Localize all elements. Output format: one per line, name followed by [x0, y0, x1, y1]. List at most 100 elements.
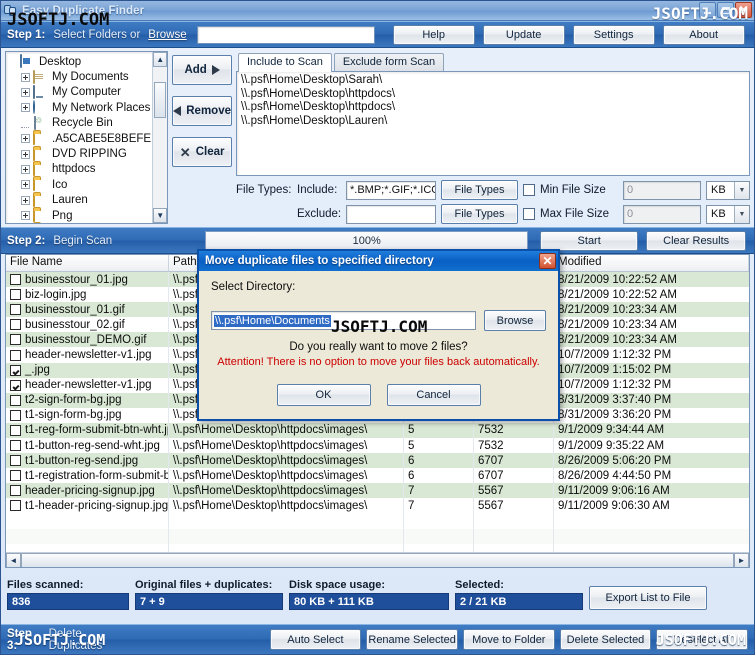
row-checkbox[interactable] [10, 409, 21, 421]
max-file-size-input[interactable]: 0 [623, 204, 701, 224]
row-checkbox[interactable] [10, 304, 21, 316]
min-file-size-checkbox[interactable] [523, 184, 535, 196]
browse-link[interactable]: Browse [148, 29, 186, 41]
column-header-file-name[interactable]: File Name [6, 255, 169, 271]
row-checkbox[interactable] [10, 319, 21, 331]
cell-size: 5567 [474, 483, 554, 499]
scan-tabs: Include to Scan Exclude form Scan [236, 53, 750, 72]
tree-label: .A5CABE5E8BEFED9A [52, 132, 169, 145]
cell-file-name: header-pricing-signup.jpg [6, 483, 169, 499]
exclude-filetypes-input[interactable] [346, 204, 436, 224]
tree-root-desktop[interactable]: Desktop [8, 54, 167, 69]
table-row[interactable]: t1-registration-form-submit-btn...\\.psf… [6, 468, 749, 484]
tree-item-popup[interactable]: popup [8, 223, 167, 224]
include-filetypes-input[interactable]: *.BMP;*.GIF;*.ICO;*. [346, 180, 436, 200]
tree-item-my-documents[interactable]: My Documents [8, 69, 167, 84]
rename-selected-button[interactable]: Rename Selected [366, 629, 458, 650]
chevron-down-icon[interactable]: ▼ [734, 181, 749, 199]
row-checkbox[interactable] [10, 470, 21, 482]
tree-item-recycle-bin[interactable]: Recycle Bin [8, 115, 167, 131]
dialog-browse-button[interactable]: Browse [484, 310, 546, 331]
min-size-unit-select[interactable]: KB ▼ [706, 180, 750, 200]
scan-path-item[interactable]: \\.psf\Home\Desktop\httpdocs\ [241, 88, 745, 102]
help-button[interactable]: Help [392, 24, 475, 45]
main-panel: Desktop My Documents My Computer My Netw… [1, 48, 754, 224]
hscroll-track[interactable] [21, 552, 734, 567]
remove-button[interactable]: Remove [172, 96, 232, 126]
tree-item-dvd-ripping[interactable]: DVD RIPPING [8, 146, 167, 161]
row-checkbox[interactable] [10, 289, 21, 301]
hscroll-thumb[interactable] [21, 552, 734, 567]
scroll-left-icon[interactable]: ◄ [6, 552, 21, 567]
dialog-cancel-button[interactable]: Cancel [386, 384, 481, 406]
directory-row: \\.psf\Home\Documents Browse [211, 310, 546, 331]
move-to-folder-button[interactable]: Move to Folder [462, 629, 555, 650]
clear-results-button[interactable]: Clear Results [646, 230, 747, 251]
scroll-up-icon[interactable]: ▲ [153, 52, 168, 67]
row-checkbox[interactable] [10, 500, 21, 512]
tab-exclude-from-scan[interactable]: Exclude form Scan [333, 53, 445, 71]
table-row[interactable]: t1-header-pricing-signup.jpg \\.psf\Home\… [6, 498, 749, 514]
row-checkbox[interactable] [10, 349, 21, 361]
min-file-size-input[interactable]: 0 [623, 180, 701, 200]
dialog-ok-button[interactable]: OK [276, 384, 371, 406]
table-row[interactable]: header-pricing-signup.jpg \\.psf\Home\Des… [6, 483, 749, 499]
auto-select-button[interactable]: Auto Select [269, 629, 362, 650]
row-checkbox[interactable] [10, 394, 21, 406]
row-checkbox[interactable] [10, 274, 21, 286]
row-checkbox[interactable] [10, 379, 21, 391]
directory-input[interactable]: \\.psf\Home\Documents [211, 311, 476, 330]
cell-group: 6 [404, 453, 474, 469]
tree-item-a5cabe[interactable]: .A5CABE5E8BEFED9A [8, 131, 167, 146]
about-button[interactable]: About [662, 24, 745, 45]
row-checkbox[interactable] [10, 424, 21, 436]
tree-item-my-network-places[interactable]: My Network Places [8, 100, 167, 115]
cell-modified: 8/21/2009 10:23:34 AM [558, 318, 677, 331]
add-button[interactable]: Add [172, 55, 232, 85]
tree-item-lauren[interactable]: Lauren [8, 192, 167, 208]
tree-item-my-computer[interactable]: My Computer [8, 84, 167, 100]
row-checkbox[interactable] [10, 364, 21, 376]
scan-path-list[interactable]: \\.psf\Home\Desktop\Sarah\ \\.psf\Home\D… [236, 71, 750, 176]
start-button[interactable]: Start [540, 230, 639, 251]
table-row[interactable]: t1-reg-form-submit-btn-wht.jpg \\.psf\Hom… [6, 422, 749, 439]
export-list-button[interactable]: Export List to File [589, 586, 707, 610]
settings-button[interactable]: Settings [572, 24, 655, 45]
close-icon[interactable]: ✕ [735, 2, 752, 18]
delete-selected-button[interactable]: Delete Selected [559, 629, 652, 650]
tree-item-ico[interactable]: Ico [8, 177, 167, 192]
table-row[interactable]: t1-button-reg-send.jpg \\.psf\Home\Deskto… [6, 453, 749, 469]
folder-tree[interactable]: Desktop My Documents My Computer My Netw… [5, 51, 169, 224]
tab-include-to-scan[interactable]: Include to Scan [238, 53, 332, 72]
column-header-modified[interactable]: Modified [554, 255, 749, 271]
row-checkbox[interactable] [10, 455, 21, 467]
step1-bar: Step 1: Select Folders or Browse Help Up… [1, 21, 754, 48]
scan-path-item[interactable]: \\.psf\Home\Desktop\Sarah\ [241, 74, 745, 88]
row-checkbox[interactable] [10, 440, 21, 452]
scan-path-item[interactable]: \\.psf\Home\Desktop\httpdocs\ [241, 101, 745, 115]
max-size-unit-select[interactable]: KB ▼ [706, 204, 750, 224]
scroll-down-icon[interactable]: ▼ [153, 208, 168, 223]
clear-button[interactable]: ✕ Clear [172, 137, 232, 167]
maximize-icon[interactable] [717, 2, 734, 18]
table-row[interactable]: t1-button-reg-send-wht.jpg \\.psf\Home\De… [6, 438, 749, 454]
exclude-file-types-button[interactable]: File Types [441, 204, 518, 224]
max-file-size-checkbox[interactable] [523, 208, 535, 220]
cell-modified: 8/21/2009 10:23:34 AM [558, 303, 677, 316]
chevron-down-icon[interactable]: ▼ [734, 205, 749, 223]
row-checkbox[interactable] [10, 334, 21, 346]
scroll-right-icon[interactable]: ► [734, 552, 749, 567]
tree-item-httpdocs[interactable]: httpdocs [8, 161, 167, 177]
dialog-close-icon[interactable]: ✕ [539, 253, 556, 269]
minimize-icon[interactable] [699, 2, 716, 18]
row-checkbox[interactable] [10, 485, 21, 497]
include-file-types-button[interactable]: File Types [441, 180, 518, 200]
scrollbar-thumb[interactable] [154, 82, 167, 118]
deselect-all-button[interactable]: Deselect All [656, 629, 749, 650]
scan-path-item[interactable]: \\.psf\Home\Desktop\Lauren\ [241, 115, 745, 129]
update-button[interactable]: Update [482, 24, 565, 45]
results-horizontal-scrollbar[interactable]: ◄ ► [6, 552, 749, 567]
tree-item-png[interactable]: Png [8, 208, 167, 223]
folder-path-input[interactable] [196, 25, 375, 44]
tree-scrollbar[interactable]: ▲ ▼ [152, 52, 168, 223]
